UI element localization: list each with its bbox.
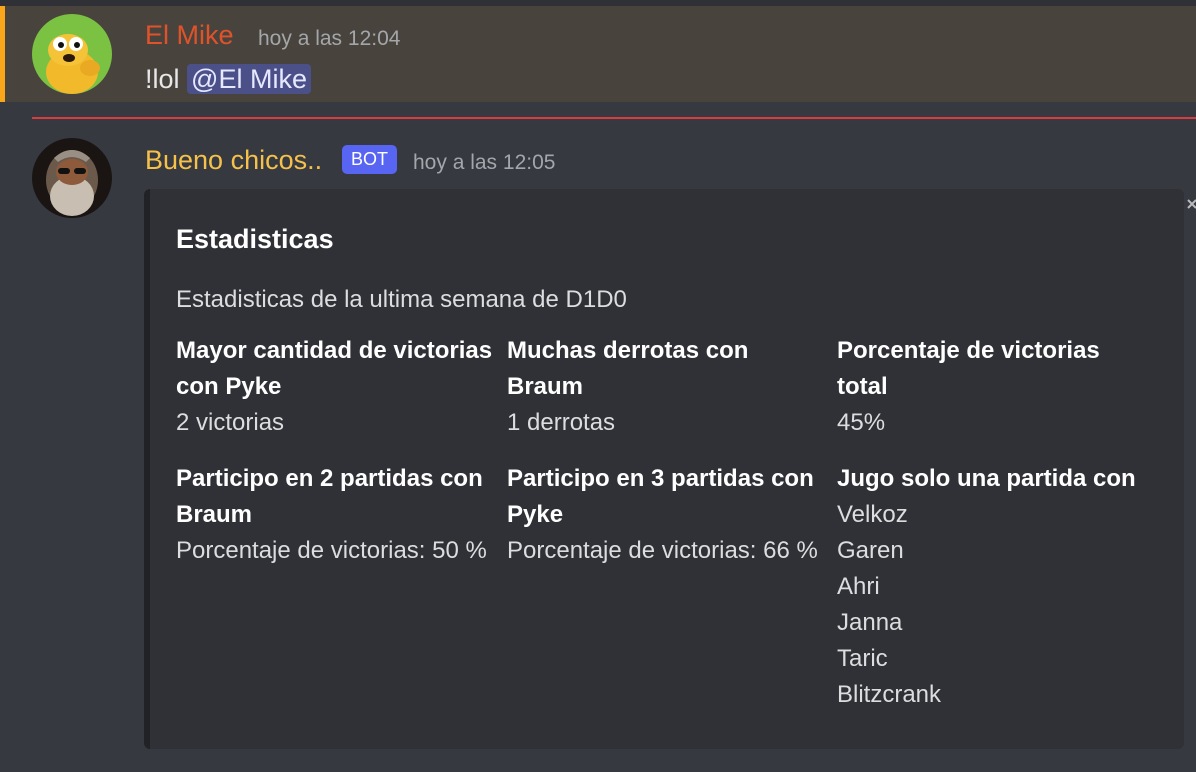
list-item: Garen	[837, 537, 904, 564]
embed-field: Participo en 2 partidas con Braum Porcen…	[176, 461, 496, 569]
field-value: 2 victorias	[176, 409, 285, 436]
field-value: Porcentaje de victorias: 66 %	[507, 537, 818, 564]
cartoon-dog-avatar-icon	[32, 14, 112, 94]
bot-badge: BOT	[342, 145, 398, 174]
embed-field: Participo en 3 partidas con Pyke Porcent…	[507, 461, 827, 569]
field-value: 1 derrotas	[507, 409, 616, 436]
message-username[interactable]: Bueno chicos..	[145, 145, 322, 176]
message-username[interactable]: El Mike	[145, 20, 234, 51]
list-item: Blitzcrank	[837, 681, 942, 708]
avatar-bot[interactable]	[32, 138, 112, 218]
field-value: 45%	[837, 409, 886, 436]
field-name: Porcentaje de victorias total	[837, 337, 1100, 400]
close-icon[interactable]	[1186, 194, 1196, 214]
champion-list: Velkoz Garen Ahri Janna Taric Blitzcrank	[837, 497, 1157, 713]
embed-description: Estadisticas de la ultima semana de D1D0	[176, 286, 627, 313]
field-name: Jugo solo una partida con	[837, 465, 1136, 492]
embed-title: Estadisticas	[176, 224, 334, 254]
mention-highlight-bar	[0, 6, 5, 102]
list-item: Ahri	[837, 573, 880, 600]
field-value: Porcentaje de victorias: 50 %	[176, 537, 487, 564]
new-messages-divider	[32, 117, 1196, 119]
list-item: Taric	[837, 645, 888, 672]
command-text: !lol	[145, 64, 180, 94]
embed-field: Jugo solo una partida con Velkoz Garen A…	[837, 461, 1157, 713]
user-mention[interactable]: @El Mike	[187, 64, 311, 94]
stats-embed: Estadisticas Estadisticas de la ultima s…	[144, 189, 1184, 749]
message-content: !lol @El Mike	[145, 64, 311, 95]
message-timestamp: hoy a las 12:05	[413, 151, 556, 174]
embed-field: Muchas derrotas con Braum 1 derrotas	[507, 333, 827, 441]
embed-field: Porcentaje de victorias total 45%	[837, 333, 1157, 441]
message-divider-area	[0, 102, 1196, 136]
embed-field: Mayor cantidad de victorias con Pyke 2 v…	[176, 333, 496, 441]
field-name: Participo en 3 partidas con Pyke	[507, 465, 814, 528]
message-timestamp: hoy a las 12:04	[258, 27, 401, 50]
bearded-character-avatar-icon	[32, 138, 112, 218]
field-name: Mayor cantidad de victorias con Pyke	[176, 337, 493, 400]
avatar-el-mike[interactable]	[32, 14, 112, 94]
field-name: Muchas derrotas con Braum	[507, 337, 749, 400]
field-name: Participo en 2 partidas con Braum	[176, 465, 483, 528]
message-el-mike[interactable]: El Mike hoy a las 12:04 !lol @El Mike	[0, 6, 1196, 102]
list-item: Velkoz	[837, 501, 908, 528]
list-item: Janna	[837, 609, 903, 636]
